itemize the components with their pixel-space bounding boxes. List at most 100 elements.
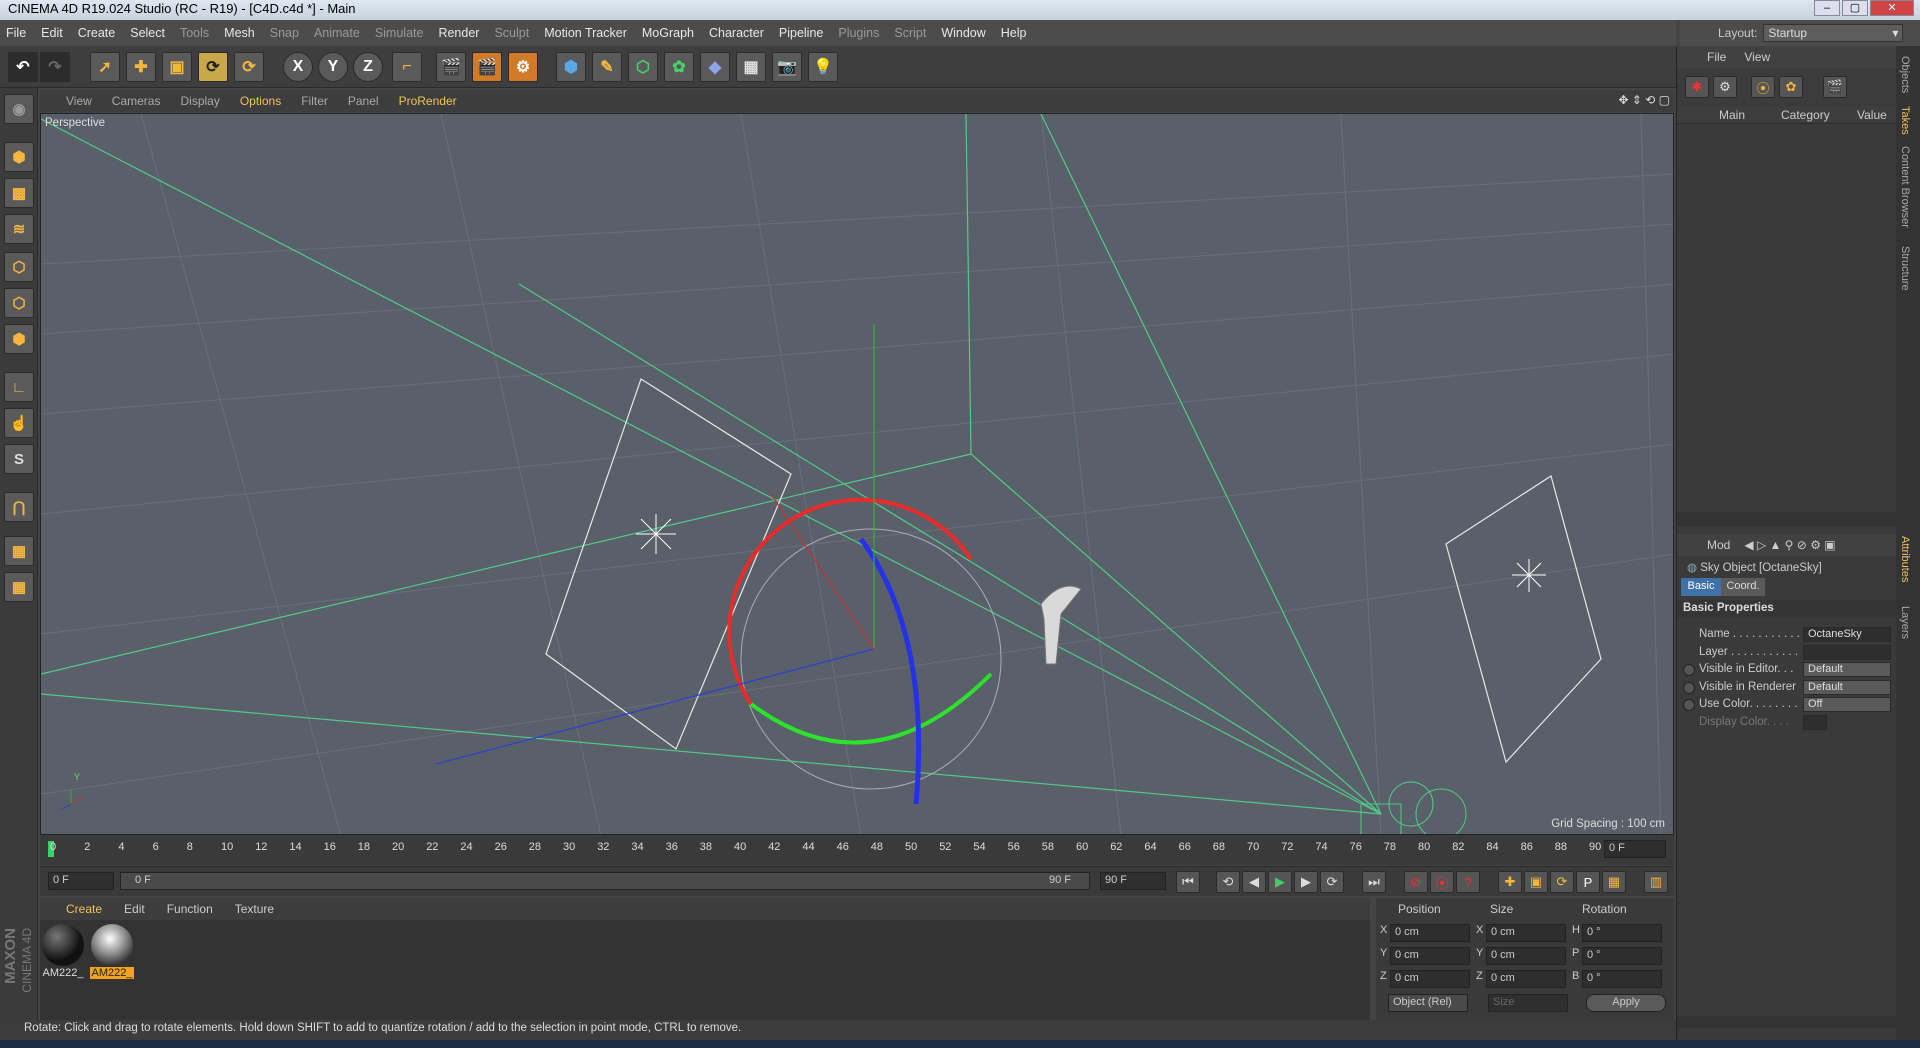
select-arrow-icon[interactable]: ➚: [90, 52, 120, 82]
key-position-icon[interactable]: ✚: [1498, 871, 1522, 893]
recent-tool-icon[interactable]: ⟳: [234, 52, 264, 82]
maximize-button[interactable]: ▢: [1842, 0, 1868, 16]
mat-menu-edit[interactable]: Edit: [124, 902, 145, 916]
rotation-field[interactable]: 0 °: [1582, 970, 1662, 988]
minimize-button[interactable]: –: [1814, 0, 1840, 16]
tab-basic[interactable]: Basic: [1681, 578, 1721, 596]
key-rotation-icon[interactable]: ⟳: [1550, 871, 1574, 893]
menu-script[interactable]: Script: [894, 26, 926, 40]
x-axis-button[interactable]: X: [283, 52, 313, 82]
menu-render[interactable]: Render: [438, 26, 479, 40]
col-value[interactable]: Value: [1857, 108, 1887, 122]
attr-nav-icons[interactable]: ◀ ▷ ▲ ⚲ ⊘ ⚙ ▣: [1744, 538, 1835, 552]
layout-dropdown[interactable]: Startup ▾: [1763, 24, 1904, 42]
mat-menu-create[interactable]: Create: [66, 902, 102, 916]
pen-icon[interactable]: ✎: [592, 52, 622, 82]
timeline-ruler[interactable]: 0 2 4 6 8 10 12 14 16 18 20 22 24 26 28 30 32 34 36 38 40 42 4…: [40, 835, 1674, 865]
size-field[interactable]: 0 cm: [1486, 947, 1566, 965]
keyframe-selection-icon[interactable]: ?: [1456, 871, 1480, 893]
render-view-icon[interactable]: 🎬: [436, 52, 466, 82]
position-field[interactable]: 0 cm: [1390, 924, 1470, 942]
menu-create[interactable]: Create: [78, 26, 116, 40]
attr-value-field[interactable]: Off: [1803, 697, 1891, 712]
vp-menu-view[interactable]: View: [66, 94, 92, 108]
mat-menu-texture[interactable]: Texture: [235, 902, 274, 916]
menu-character[interactable]: Character: [709, 26, 764, 40]
menu-mograph[interactable]: MoGraph: [642, 26, 694, 40]
previous-frame-icon[interactable]: ◀: [1242, 871, 1266, 893]
menu-snap[interactable]: Snap: [270, 26, 299, 40]
menu-edit[interactable]: Edit: [41, 26, 63, 40]
key-parameter-icon[interactable]: P: [1576, 871, 1600, 893]
workplane-lock-icon[interactable]: ▦: [4, 536, 34, 566]
col-main[interactable]: Main: [1719, 108, 1745, 122]
octane-material-icon[interactable]: ✿: [1779, 76, 1803, 98]
texture-mode-icon[interactable]: ▩: [4, 178, 34, 208]
menu-sculpt[interactable]: Sculpt: [494, 26, 529, 40]
menu-mesh[interactable]: Mesh: [224, 26, 255, 40]
octane-render-icon[interactable]: 🎬: [1823, 76, 1847, 98]
mat-menu-function[interactable]: Function: [167, 902, 213, 916]
obj-menu-view[interactable]: View: [1744, 50, 1770, 64]
size-field[interactable]: 0 cm: [1486, 924, 1566, 942]
timeline-window-icon[interactable]: ▥: [1644, 871, 1668, 893]
cube-icon[interactable]: ⬢: [556, 52, 586, 82]
material-item[interactable]: AM222_: [41, 924, 85, 979]
menu-motion-tracker[interactable]: Motion Tracker: [544, 26, 627, 40]
z-axis-button[interactable]: Z: [353, 52, 383, 82]
octane-icon[interactable]: ✱: [1685, 76, 1709, 98]
vp-menu-filter[interactable]: Filter: [301, 94, 328, 108]
apply-button[interactable]: Apply: [1586, 994, 1666, 1012]
viewport-perspective[interactable]: Perspective Y Grid Spacing : 100 cm: [40, 113, 1674, 835]
rotation-field[interactable]: 0 °: [1582, 947, 1662, 965]
side-tab-layers[interactable]: Layers: [1899, 606, 1911, 639]
start-frame-field[interactable]: 0 F: [48, 872, 114, 890]
play-icon[interactable]: ▶: [1268, 871, 1292, 893]
polygons-mode-icon[interactable]: ⬢: [4, 324, 34, 354]
attr-value-field[interactable]: [1803, 644, 1891, 660]
scene-canvas[interactable]: [41, 114, 1674, 835]
light-icon[interactable]: 💡: [808, 52, 838, 82]
scale-icon[interactable]: ▣: [162, 52, 192, 82]
octane-settings-icon[interactable]: ⚙: [1713, 76, 1737, 98]
col-category[interactable]: Category: [1781, 108, 1830, 122]
next-frame-icon[interactable]: ▶: [1294, 871, 1318, 893]
side-tab-structure[interactable]: Structure: [1899, 246, 1911, 291]
side-tab-attributes[interactable]: Attributes: [1899, 536, 1911, 582]
side-tab-content-browser[interactable]: Content Browser: [1899, 146, 1911, 228]
points-mode-icon[interactable]: ⬡: [4, 252, 34, 282]
animate-radio[interactable]: [1683, 681, 1695, 694]
object-scrollbar[interactable]: [1677, 512, 1897, 526]
move-icon[interactable]: ✚: [126, 52, 156, 82]
attr-value-field[interactable]: Default: [1803, 679, 1891, 695]
side-tab-takes[interactable]: Takes: [1899, 106, 1911, 135]
auto-key-icon[interactable]: ⦿: [1430, 871, 1454, 893]
deformer-icon[interactable]: ◆: [700, 52, 730, 82]
render-picture-viewer-icon[interactable]: 🎬: [472, 52, 502, 82]
go-to-end-icon[interactable]: ⏭: [1362, 871, 1386, 893]
edges-mode-icon[interactable]: ⬡: [4, 288, 34, 318]
attr-value-field[interactable]: [1803, 714, 1827, 730]
key-scale-icon[interactable]: ▣: [1524, 871, 1548, 893]
snap-icon[interactable]: ⋂: [4, 492, 34, 522]
menu-plugins[interactable]: Plugins: [838, 26, 879, 40]
vp-menu-prorender[interactable]: ProRender: [399, 94, 457, 108]
key-pla-icon[interactable]: ▦: [1602, 871, 1626, 893]
undo-icon[interactable]: ↶: [8, 52, 38, 82]
menu-select[interactable]: Select: [130, 26, 165, 40]
axis-mode-icon[interactable]: ∟: [4, 372, 34, 402]
current-frame-field[interactable]: 0 F: [1604, 840, 1666, 858]
locked-workplane-icon[interactable]: ▦: [4, 572, 34, 602]
go-to-start-icon[interactable]: ⏮: [1176, 871, 1200, 893]
rotation-field[interactable]: 0 °: [1582, 924, 1662, 942]
attr-scrollbar[interactable]: [1677, 1016, 1897, 1028]
rotate-icon[interactable]: ⟳: [198, 52, 228, 82]
max-frame-field[interactable]: 90 F: [1100, 872, 1166, 890]
menu-simulate[interactable]: Simulate: [375, 26, 424, 40]
workplane-icon[interactable]: ≋: [4, 214, 34, 244]
tweak-mode-icon[interactable]: ☝: [4, 408, 34, 438]
model-mode-icon[interactable]: ⬢: [4, 142, 34, 172]
coord-mode-dropdown[interactable]: Object (Rel): [1388, 994, 1468, 1012]
position-field[interactable]: 0 cm: [1390, 970, 1470, 988]
subdivision-icon[interactable]: ⬡: [628, 52, 658, 82]
